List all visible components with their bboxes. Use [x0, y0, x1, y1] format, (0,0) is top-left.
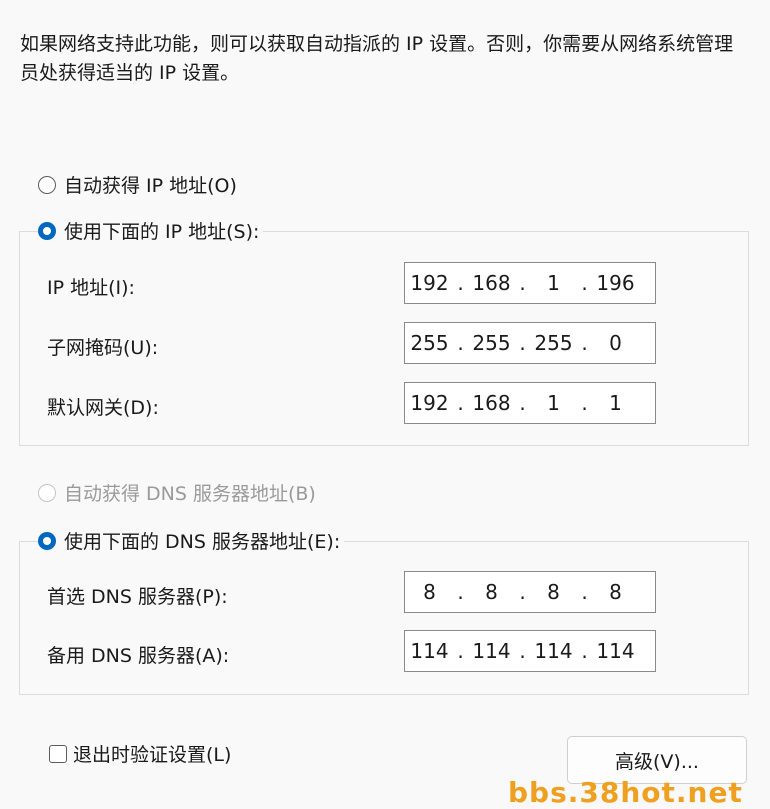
dot: . [519, 331, 526, 355]
radio-unchecked-icon [38, 175, 56, 194]
dot: . [457, 331, 464, 355]
ip-auto-label: 自动获得 IP 地址(O) [64, 175, 237, 197]
dot: . [581, 331, 588, 355]
octet: 1 [609, 391, 622, 415]
validate-label: 退出时验证设置(L) [73, 744, 232, 766]
octet: 114 [534, 639, 573, 663]
octet: 8 [485, 580, 498, 604]
octet: 1 [547, 271, 560, 295]
octet: 8 [547, 580, 560, 604]
dns-auto-label: 自动获得 DNS 服务器地址(B) [64, 483, 316, 505]
dot: . [581, 271, 588, 295]
dot: . [581, 391, 588, 415]
subnet-mask-label: 子网掩码(U): [47, 337, 159, 359]
subnet-mask-input[interactable]: 255. 255. 255. 0 [404, 322, 656, 364]
checkbox-unchecked-icon [49, 744, 67, 763]
octet: 1 [547, 391, 560, 415]
dot: . [457, 391, 464, 415]
radio-checked-icon [38, 221, 56, 240]
dot: . [457, 271, 464, 295]
octet: 168 [472, 271, 511, 295]
dot: . [519, 271, 526, 295]
description-text: 如果网络支持此功能，则可以获取自动指派的 IP 设置。否则，你需要从网络系统管理… [20, 33, 734, 84]
octet: 192 [410, 391, 449, 415]
validate-checkbox[interactable]: 退出时验证设置(L) [49, 740, 231, 767]
alternate-dns-input[interactable]: 114. 114. 114. 114 [404, 630, 656, 672]
dot: . [581, 639, 588, 663]
ip-address-input[interactable]: 192. 168. 1. 196 [404, 262, 656, 304]
default-gateway-label: 默认网关(D): [47, 397, 159, 419]
octet: 168 [472, 391, 511, 415]
octet: 196 [596, 271, 635, 295]
radio-checked-icon [38, 531, 56, 550]
dot: . [519, 639, 526, 663]
dot: . [457, 639, 464, 663]
octet: 114 [410, 639, 449, 663]
octet: 8 [423, 580, 436, 604]
dot: . [457, 580, 464, 604]
ip-manual-label: 使用下面的 IP 地址(S): [64, 221, 260, 243]
octet: 0 [609, 331, 622, 355]
watermark-text: bbs.38hot.net [508, 776, 743, 809]
preferred-dns-label: 首选 DNS 服务器(P): [47, 586, 228, 608]
dns-auto-radio[interactable]: 自动获得 DNS 服务器地址(B) [38, 479, 316, 506]
octet: 114 [596, 639, 635, 663]
preferred-dns-input[interactable]: 8. 8. 8. 8 [404, 571, 656, 613]
octet: 192 [410, 271, 449, 295]
dot: . [519, 391, 526, 415]
dns-manual-radio[interactable]: 使用下面的 DNS 服务器地址(E): [38, 527, 345, 554]
ip-address-label: IP 地址(I): [47, 277, 135, 299]
octet: 8 [609, 580, 622, 604]
radio-disabled-icon [38, 483, 56, 502]
dot: . [581, 580, 588, 604]
ip-manual-radio[interactable]: 使用下面的 IP 地址(S): [38, 217, 264, 244]
octet: 255 [534, 331, 573, 355]
alternate-dns-label: 备用 DNS 服务器(A): [47, 645, 230, 667]
dns-manual-label: 使用下面的 DNS 服务器地址(E): [64, 531, 341, 553]
octet: 255 [410, 331, 449, 355]
dot: . [519, 580, 526, 604]
octet: 114 [472, 639, 511, 663]
octet: 255 [472, 331, 511, 355]
default-gateway-input[interactable]: 192. 168. 1. 1 [404, 382, 656, 424]
ip-auto-radio[interactable]: 自动获得 IP 地址(O) [38, 171, 237, 198]
